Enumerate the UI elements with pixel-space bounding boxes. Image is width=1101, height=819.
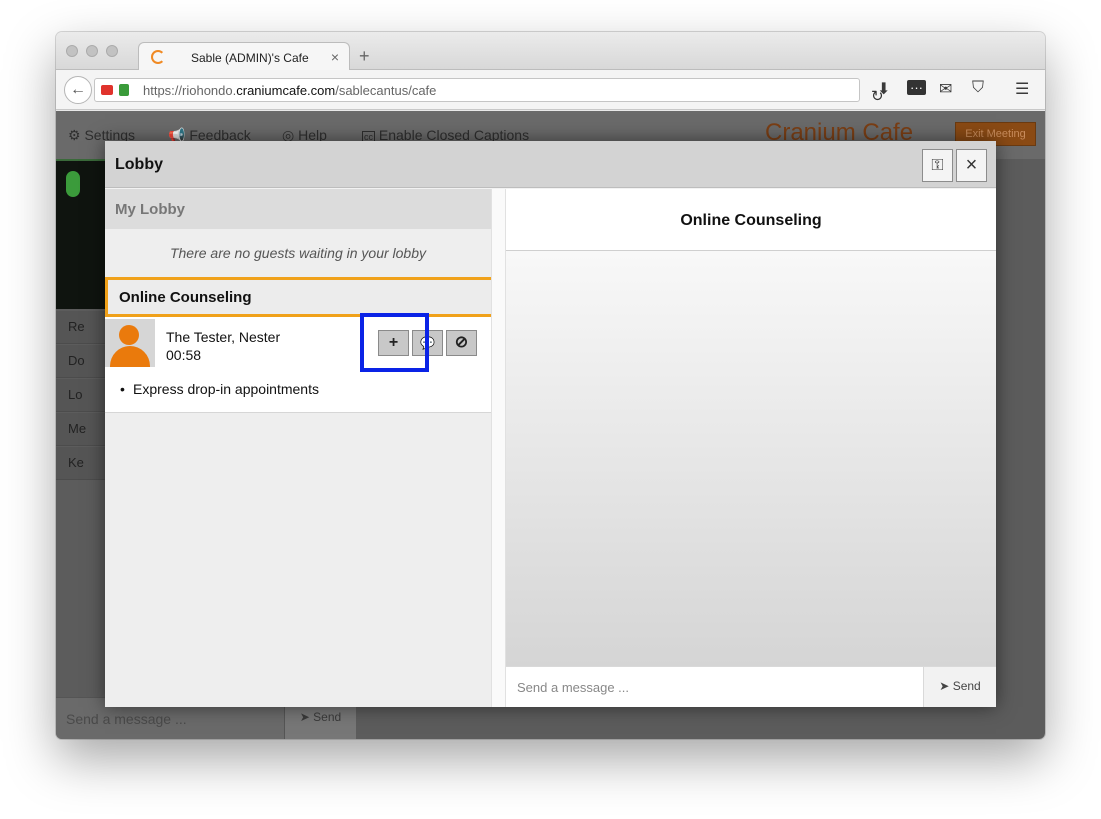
background-send-label: Send [313, 710, 342, 724]
close-window-button[interactable] [66, 45, 78, 57]
lobby-list-panel: My Lobby There are no guests waiting in … [105, 189, 491, 707]
address-bar[interactable]: https://riohondo.craniumcafe.com/sableca… [94, 78, 884, 105]
no-guests-message: There are no guests waiting in your lobb… [169, 245, 427, 261]
chat-message-input[interactable]: Send a message ... [506, 666, 923, 707]
back-button[interactable]: ← [64, 76, 92, 104]
my-lobby-header: My Lobby [105, 189, 491, 229]
side-item-4[interactable]: Me [56, 413, 106, 446]
chat-messages-area [506, 251, 996, 666]
my-lobby-title: My Lobby [115, 201, 185, 218]
microphone-icon [66, 171, 80, 197]
block-guest-button[interactable]: ⊘ [446, 330, 477, 356]
more-icon[interactable]: ··· [907, 80, 926, 95]
send-icon: ➤ [939, 679, 950, 693]
unlock-icon: ⚿ [931, 157, 944, 174]
shield-icon[interactable]: ⛉ [972, 79, 984, 97]
background-message-input[interactable]: Send a message ... [66, 711, 187, 727]
guest-name: The Tester, Nester [166, 329, 281, 345]
secure-lock-icon [119, 84, 129, 96]
side-item-2[interactable]: Do [56, 345, 106, 378]
guest-card: The Tester, Nester 00:58 + 💬 ⊘ Express d… [105, 313, 491, 413]
modal-header: Lobby ⚿ × [105, 141, 996, 188]
url-text: https://riohondo.craniumcafe.com/sableca… [143, 83, 436, 98]
video-panel [56, 159, 106, 309]
download-icon[interactable]: ⬇ [877, 79, 890, 99]
tab-active[interactable]: Sable (ADMIN)'s Cafe × [138, 42, 350, 71]
url-prefix: https://riohondo. [143, 83, 237, 98]
highlight-box [360, 313, 429, 372]
guest-wait-time: 00:58 [166, 347, 202, 363]
zoom-window-button[interactable] [106, 45, 118, 57]
chat-panel: Online Counseling Send a message ... ➤ S… [506, 189, 996, 707]
guest-service: Express drop-in appointments [120, 381, 319, 397]
unlock-button[interactable]: ⚿ [922, 149, 953, 182]
queue-header[interactable]: Online Counseling [105, 277, 491, 317]
tab-bar: Sable (ADMIN)'s Cafe × + [56, 32, 1045, 71]
chat-title: Online Counseling [506, 189, 996, 251]
close-modal-button[interactable]: × [956, 149, 987, 182]
send-label: Send [952, 679, 981, 693]
avatar-head [119, 325, 139, 345]
chat-send-button[interactable]: ➤ Send [923, 666, 996, 707]
url-domain: craniumcafe.com [236, 83, 336, 98]
loading-spinner-icon [151, 50, 165, 64]
tab-close-icon[interactable]: × [331, 49, 339, 65]
new-tab-button[interactable]: + [359, 46, 370, 67]
side-item-1[interactable]: Re [56, 311, 106, 344]
tab-title: Sable (ADMIN)'s Cafe [191, 51, 309, 65]
modal-title: Lobby [115, 156, 163, 173]
panel-divider [491, 189, 506, 707]
mail-icon[interactable]: ✉ [939, 79, 952, 99]
minimize-window-button[interactable] [86, 45, 98, 57]
gear-icon: ⚙ [68, 127, 81, 143]
queue-title: Online Counseling [119, 289, 252, 306]
url-path: /sablecantus/cafe [335, 83, 437, 98]
chat-placeholder: Send a message ... [517, 680, 630, 695]
side-item-3[interactable]: Lo [56, 379, 106, 412]
side-item-5[interactable]: Ke [56, 447, 106, 480]
avatar-body [110, 346, 150, 367]
navigation-bar: ← https://riohondo.craniumcafe.com/sable… [56, 70, 1045, 110]
lobby-modal: Lobby ⚿ × My Lobby There are no guests w… [105, 141, 996, 707]
menu-icon[interactable]: ☰ [1015, 79, 1029, 99]
avatar [105, 319, 155, 367]
camera-indicator-icon [101, 85, 113, 95]
